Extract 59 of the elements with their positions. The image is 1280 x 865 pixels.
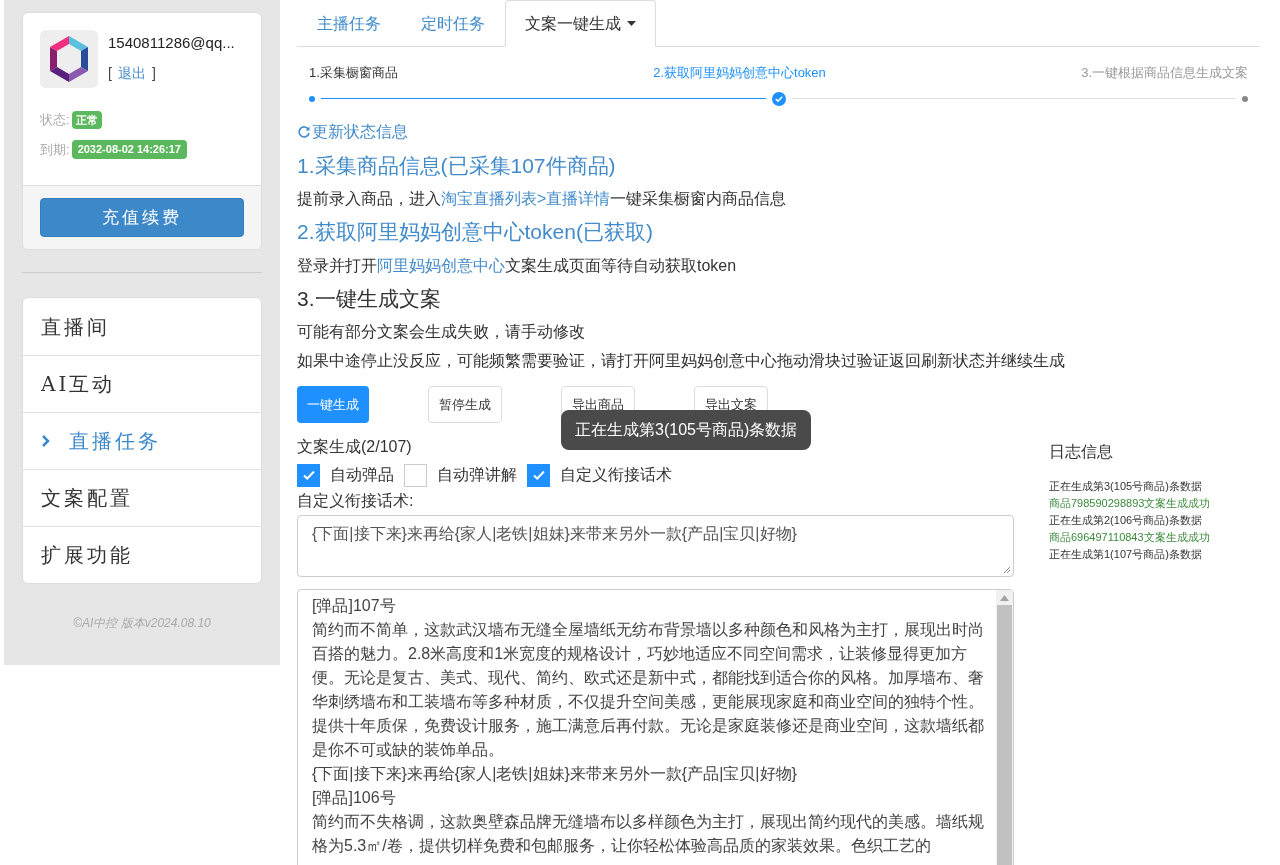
checkbox-label: 自动弹讲解 xyxy=(437,465,517,485)
log-entry: 商品798590298893文案生成成功 xyxy=(1049,495,1211,511)
log-entry: 正在生成第1(107号商品)条数据 xyxy=(1049,546,1203,562)
output-text: 简约而不失格调，这款奥壁森品牌无缝墙布以多样颜色为主打，展现出简约现代的美感。墙纸规格为5.3㎡/卷，提供切样免费和包邮服务，让你轻松体验高品质的家装效果。色织工艺的 xyxy=(312,812,985,856)
section-heading: 1.采集商品信息(已采集107件商品) xyxy=(297,152,617,179)
checkbox[interactable] xyxy=(527,463,550,487)
expiry-tag: 2032-08-02 14:26:17 xyxy=(71,140,187,159)
app-logo xyxy=(40,30,98,88)
checkbox[interactable] xyxy=(404,463,427,487)
account-email: 1540811286@qq... xyxy=(108,33,235,53)
version-footer: ©AI中控 版本v2024.08.10 xyxy=(22,614,262,632)
bracket: [ xyxy=(108,63,112,83)
transition-field[interactable]: {下面|接下来}来再给{家人|老铁|姐妹}来带来另外一款{产品|宝贝|好物} xyxy=(297,515,1014,577)
output-text: [弹品]107号 xyxy=(312,596,397,616)
progress-toast: 正在生成第3(105号商品)条数据 xyxy=(561,410,812,450)
instruction-link[interactable]: 淘宝直播列表>直播详情 xyxy=(441,190,611,207)
action-button[interactable]: 暂停生成 xyxy=(428,386,502,423)
progress-text: 文案生成(2/107) xyxy=(297,437,413,457)
step-label: 3.一键根据商品信息生成文案 xyxy=(1081,64,1248,82)
tab[interactable]: 文案一键生成 xyxy=(505,0,656,47)
refresh-link[interactable]: 更新状态信息 xyxy=(297,119,408,144)
refresh-icon xyxy=(297,124,311,139)
output-text: [弹品]106号 xyxy=(312,788,397,808)
scrollbar-thumb[interactable] xyxy=(997,605,1012,865)
log-entry: 正在生成第2(106号商品)条数据 xyxy=(1049,512,1203,528)
output-text: {下面|接下来}来再给{家人|老铁|姐妹}来带来另外一款{产品|宝贝|好物} xyxy=(312,764,798,784)
step-label: 1.采集橱窗商品 xyxy=(309,64,398,82)
tab[interactable]: 定时任务 xyxy=(401,0,505,47)
bracket: ] xyxy=(151,63,156,83)
instruction-link[interactable]: 阿里妈妈创意中心 xyxy=(377,256,505,274)
checkbox[interactable] xyxy=(297,463,320,487)
tab[interactable]: 主播任务 xyxy=(297,0,401,47)
field-label: 自定义衔接话术: xyxy=(297,491,415,511)
logout-link[interactable]: 退出 xyxy=(117,62,146,84)
nav-item[interactable]: AI互动 xyxy=(23,355,261,412)
instruction-text: 如果中途停止没反应，可能频繁需要验证，请打开阿里妈妈创意中心拖动滑块过验证返回刷新状态并继续生成 xyxy=(297,351,1065,371)
step-label: 2.获取阿里妈妈创意中心token xyxy=(653,64,826,82)
log-entry: 正在生成第3(105号商品)条数据 xyxy=(1049,478,1203,494)
scroll-up-icon[interactable] xyxy=(1000,595,1009,601)
instruction-text: 可能有部分文案会生成失败，请手动修改 xyxy=(297,322,585,342)
resize-handle-icon xyxy=(1003,566,1011,574)
output-text: 简约而不简单，这款武汉墙布无缝全屋墙纸无纺布背景墙以多种颜色和风格为主打，展现出时尚百搭的魅力。2.8米高度和1米宽度的规格设计，巧妙地适应不同空间需求，让装修显得更加方便。无论是复古、美式、现代、简约、欧式还是新中式，都能找到适合你的风格。加厚墙布、奢华刺绣墙布和工装墙布等多种材质，不仅提升空间美感，更能展现家庭和商业空间的独特个性。提供十年质保，免费设计服务，施工满意后再付款。无论是家庭装修还是商业空间，这款墙纸都是你不可或缺的装饰单品。 xyxy=(312,620,985,760)
nav-item[interactable]: 直播任务 xyxy=(23,412,261,469)
chevron-icon xyxy=(41,435,51,447)
instruction-text: 登录并打开阿里妈妈创意中心文案生成页面等待自动获取token xyxy=(297,255,737,276)
status-label: 状态: xyxy=(40,111,70,129)
status-tag: 正常 xyxy=(71,110,102,129)
nav-item[interactable]: 直播间 xyxy=(23,298,261,355)
checkbox-label: 自动弹品 xyxy=(330,465,394,485)
nav-item[interactable]: 文案配置 xyxy=(23,469,261,526)
recharge-button[interactable]: 充值续费 xyxy=(40,198,244,237)
log-title: 日志信息 xyxy=(1049,441,1114,462)
log-entry: 商品696497110843文案生成成功 xyxy=(1049,529,1211,545)
section-heading: 3.一键生成文案 xyxy=(297,285,442,312)
instruction-text: 提前录入商品，进入淘宝直播列表>直播详情一键采集橱窗内商品信息 xyxy=(297,189,787,209)
nav-item[interactable]: 扩展功能 xyxy=(23,526,261,583)
checkbox-label: 自定义衔接话术 xyxy=(560,465,672,485)
expiry-label: 到期: xyxy=(40,140,70,159)
section-heading: 2.获取阿里妈妈创意中心token(已获取) xyxy=(297,219,654,245)
